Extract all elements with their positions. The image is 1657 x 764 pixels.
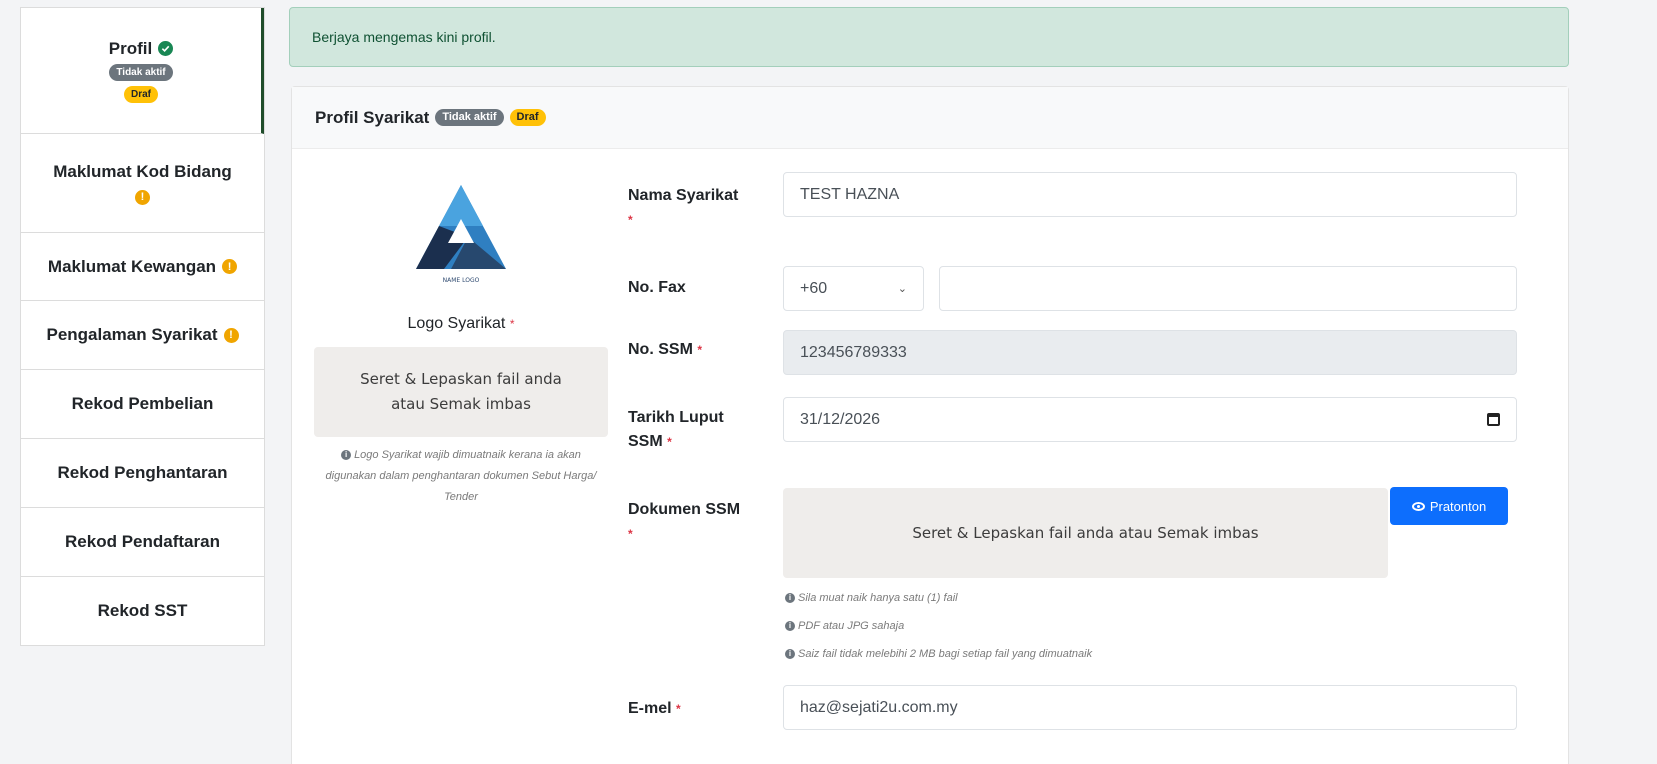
warning-icon: !: [135, 189, 150, 205]
sidebar-item-label: Maklumat Kod Bidang: [53, 161, 232, 181]
card-title: Profil Syarikat: [315, 107, 430, 127]
ssm-expiry-date-field[interactable]: 31/12/2026: [783, 397, 1517, 442]
fax-label: No. Fax: [628, 279, 686, 296]
ssm-expiry-label: Tarikh Luput SSM *: [628, 409, 724, 450]
status-badge-inactive: Tidak aktif: [435, 109, 504, 126]
sidebar-item-label: Profil: [108, 38, 153, 58]
company-name-field[interactable]: TEST HAZNA: [783, 172, 1517, 217]
fax-country-code-select[interactable]: +60 ⌄: [783, 266, 924, 311]
sidebar-item-profil[interactable]: Profil Tidak aktif Draf: [21, 8, 264, 134]
sidebar-item-penghantaran[interactable]: Rekod Penghantaran: [21, 439, 264, 508]
logo-label: Logo Syarikat *: [407, 315, 515, 332]
status-badge-draft: Draf: [509, 109, 546, 126]
info-icon: i: [785, 593, 795, 604]
warning-icon: !: [222, 259, 238, 274]
profile-sidebar: Profil Tidak aktif Draf Maklumat Kod Bid…: [20, 7, 265, 646]
email-field[interactable]: haz@sejati2u.com.my: [783, 685, 1517, 730]
note-item: i PDF atau JPG sahaja: [785, 612, 1092, 640]
info-icon: i: [785, 621, 795, 632]
sidebar-item-pembelian[interactable]: Rekod Pembelian: [21, 370, 264, 439]
card-header: Profil Syarikat Tidak aktif Draf: [292, 87, 1568, 149]
warning-icon: !: [223, 327, 239, 343]
company-profile-card: Profil Syarikat Tidak aktif Draf NAME LO…: [291, 86, 1569, 764]
sidebar-item-label: Rekod Penghantaran: [57, 463, 228, 482]
ssm-document-label: Dokumen SSM *: [628, 501, 741, 541]
note-item: i Saiz fail tidak melebihi 2 MB bagi seti…: [785, 640, 1092, 668]
sidebar-item-label: Pengalaman Syarikat: [46, 325, 218, 344]
email-label: E-mel *: [628, 700, 681, 717]
chevron-down-icon: ⌄: [897, 283, 907, 295]
fax-number-field[interactable]: [939, 266, 1517, 311]
note-item: i Sila muat naik hanya satu (1) fail: [785, 584, 1092, 612]
sidebar-item-kewangan[interactable]: Maklumat Kewangan !: [21, 233, 264, 301]
company-logo-image: NAME LOGO: [406, 177, 516, 287]
status-badge-inactive: Tidak aktif: [109, 63, 173, 81]
sidebar-item-pengalaman[interactable]: Pengalaman Syarikat !: [21, 301, 264, 370]
check-icon: [158, 41, 174, 56]
ssm-upload-notes: i Sila muat naik hanya satu (1) fail i PDF…: [785, 584, 1092, 668]
logo-note: i Logo Syarikat wajib dimuatnaik kerana i…: [325, 449, 597, 503]
sidebar-item-label: Rekod Pendaftaran: [65, 532, 220, 551]
alert-message: Berjaya mengemas kini profil.: [312, 29, 496, 45]
sidebar-item-sst[interactable]: Rekod SST: [21, 577, 264, 645]
ssm-number-label: No. SSM *: [628, 341, 703, 358]
sidebar-item-label: Rekod Pembelian: [71, 394, 214, 413]
sidebar-item-pendaftaran[interactable]: Rekod Pendaftaran: [21, 508, 264, 577]
info-icon: i: [785, 649, 795, 660]
sidebar-item-kod-bidang[interactable]: Maklumat Kod Bidang !: [21, 134, 264, 233]
sidebar-item-label: Rekod SST: [97, 601, 188, 620]
status-badge-draft: Draf: [123, 85, 158, 103]
logo-brand-text: NAME LOGO: [443, 277, 480, 284]
logo-dropzone[interactable]: Seret & Lepaskan fail anda atau Semak im…: [314, 347, 608, 437]
calendar-icon[interactable]: [1487, 413, 1500, 426]
preview-button[interactable]: Pratonton: [1390, 487, 1508, 525]
info-icon: i: [341, 450, 352, 461]
logo-section: NAME LOGO Logo Syarikat * Seret & Lepask…: [314, 177, 608, 508]
ssm-document-dropzone[interactable]: Seret & Lepaskan fail anda atau Semak im…: [783, 488, 1388, 578]
success-alert: Berjaya mengemas kini profil.: [289, 7, 1569, 67]
sidebar-item-label: Maklumat Kewangan: [47, 256, 217, 276]
company-name-label: Nama Syarikat *: [628, 187, 739, 227]
ssm-number-field[interactable]: 123456789333: [783, 330, 1517, 375]
eye-icon: [1411, 501, 1425, 511]
